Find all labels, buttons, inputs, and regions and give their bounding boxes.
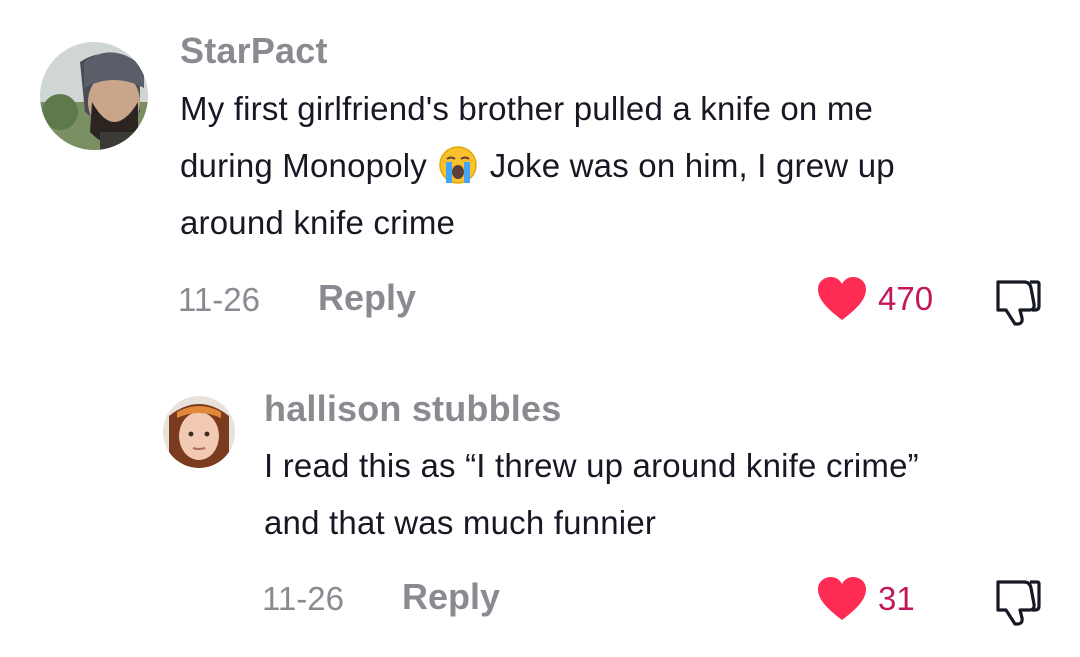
- avatar[interactable]: [163, 396, 235, 468]
- comment-text-line: My first girlfriend's brother pulled a k…: [180, 90, 874, 127]
- like-button[interactable]: 31: [816, 576, 915, 622]
- comment-text-line: around knife crime: [180, 204, 456, 241]
- comment-date: 11-26: [178, 281, 260, 318]
- like-count: 470: [878, 280, 934, 317]
- loudly-crying-face-emoji: [439, 146, 478, 184]
- comment-text-line: and that was much funnier: [264, 504, 657, 541]
- avatar-image: [163, 396, 235, 468]
- dislike-button[interactable]: [990, 278, 1042, 331]
- username[interactable]: StarPact: [180, 30, 328, 72]
- thumbs-down-icon: [996, 280, 1041, 326]
- avatar[interactable]: [40, 42, 148, 150]
- thumbs-down-icon: [996, 580, 1041, 626]
- heart-filled-icon: [818, 577, 866, 620]
- comment-starpact: StarPact My first girlfriend's brother p…: [0, 0, 1080, 340]
- heart-filled-icon: [818, 277, 866, 320]
- dislike-button[interactable]: [990, 578, 1042, 631]
- comment-text-fragment: Joke was on him, I grew up: [489, 147, 895, 184]
- reply-button[interactable]: Reply: [402, 576, 500, 618]
- like-count: 31: [878, 580, 915, 617]
- avatar-image: [40, 42, 148, 150]
- username[interactable]: hallison stubbles: [264, 388, 561, 430]
- comment-text-line: during Monopoly Joke was on him, I grew …: [180, 137, 1040, 194]
- comment-hallison-stubbles: hallison stubbles I read this as “I thre…: [0, 340, 1080, 657]
- comment-date: 11-26: [262, 580, 344, 617]
- reply-button[interactable]: Reply: [318, 277, 416, 319]
- like-button[interactable]: 470: [816, 276, 933, 322]
- comment-text-fragment: during Monopoly: [180, 147, 427, 184]
- comment-text: I read this as “I threw up around knife …: [264, 437, 1054, 551]
- comment-text-line: I read this as “I threw up around knife …: [264, 447, 919, 484]
- comment-text: My first girlfriend's brother pulled a k…: [180, 80, 1040, 251]
